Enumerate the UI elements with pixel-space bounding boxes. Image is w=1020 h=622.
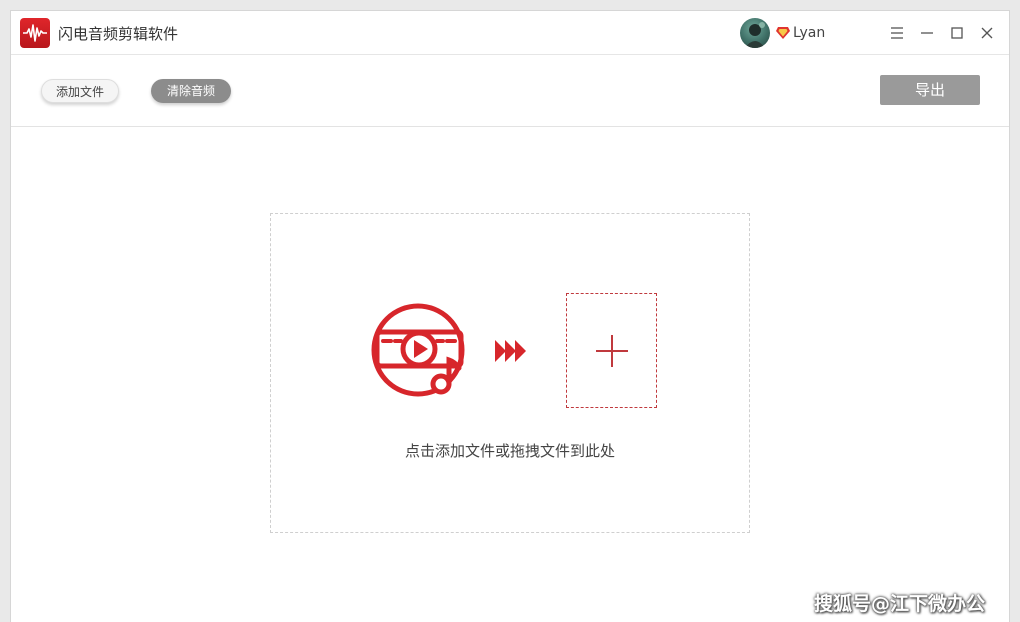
minimize-icon[interactable] [917, 23, 937, 43]
clear-audio-button[interactable]: 清除音频 [151, 79, 231, 103]
maximize-icon[interactable] [947, 23, 967, 43]
waveform-logo-icon [20, 18, 50, 48]
add-file-button[interactable]: 添加文件 [41, 79, 119, 103]
vip-diamond-icon [776, 27, 790, 39]
avatar[interactable] [740, 18, 770, 48]
file-drop-zone[interactable]: 点击添加文件或拖拽文件到此处 [270, 213, 750, 533]
watermark: 搜狐号@江下微办公 [814, 593, 986, 615]
plus-icon [596, 335, 628, 367]
drop-hint: 点击添加文件或拖拽文件到此处 [404, 442, 615, 460]
triple-arrow-icon [495, 340, 526, 362]
add-file-box[interactable] [566, 293, 657, 408]
title-bar: 闪电音频剪辑软件 Lyan [11, 11, 1009, 55]
app-window: 闪电音频剪辑软件 Lyan 添加文件 清除音频 导出 点击添加文件或拖拽文件到此… [10, 10, 1010, 622]
export-button[interactable]: 导出 [880, 75, 980, 105]
close-icon[interactable] [977, 23, 997, 43]
toolbar: 添加文件 清除音频 导出 [11, 55, 1009, 127]
video-music-icon [371, 303, 465, 397]
app-title: 闪电音频剪辑软件 [58, 25, 179, 43]
menu-icon[interactable] [887, 23, 907, 43]
username[interactable]: Lyan [793, 25, 825, 41]
